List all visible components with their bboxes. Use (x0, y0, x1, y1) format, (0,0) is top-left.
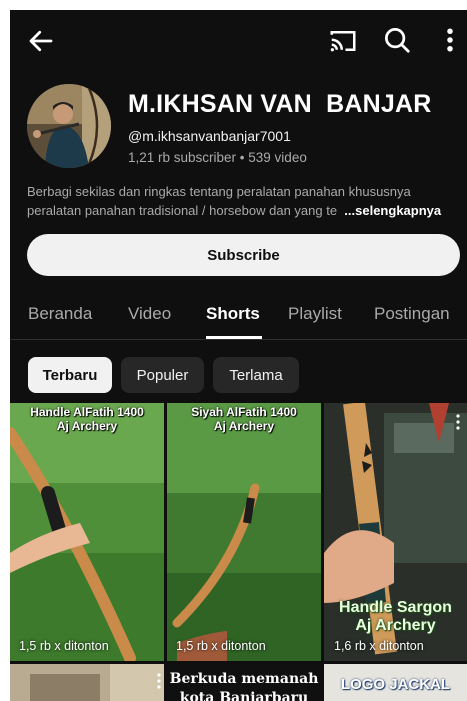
short-overlay: Handle Sargon Aj Archery (339, 599, 452, 634)
short-overlay-text: Berkuda memanah kota Banjarbaru (169, 671, 319, 701)
channel-handle: @m.ikhsanvanbanjar7001 (128, 128, 291, 144)
short-overlay-text: Handle AlFatih 1400 Aj Archery (10, 405, 164, 433)
arrow-left-icon[interactable] (26, 26, 56, 56)
channel-tabs: Beranda Video Shorts Playlist Postingan (10, 294, 467, 340)
more-vert-icon[interactable] (156, 672, 162, 690)
description-line-1: Berbagi sekilas dan ringkas tentang pera… (27, 184, 411, 199)
chip-terbaru[interactable]: Terbaru (28, 357, 112, 393)
short-overlay-text: Siyah AlFatih 1400 Aj Archery (167, 405, 321, 433)
cast-icon[interactable] (328, 26, 358, 56)
chip-terlama[interactable]: Terlama (213, 357, 299, 393)
short-card[interactable]: Siyah AlFatih 1400 Aj Archery 1,5 rb x d… (167, 403, 321, 661)
short-card[interactable]: Handle AlFatih 1400 Aj Archery 1,5 rb x … (10, 403, 164, 661)
short-card[interactable] (10, 664, 164, 701)
more-vert-icon[interactable] (455, 413, 461, 431)
short-thumbnail (10, 403, 164, 661)
short-card[interactable]: LOGO JACKAL (324, 664, 467, 701)
tab-video[interactable]: Video (128, 304, 171, 324)
short-overlay: Handle AlFatih 1400 Aj Archery (30, 405, 144, 433)
short-thumbnail (167, 403, 321, 661)
short-views: 1,5 rb x ditonton (19, 639, 109, 653)
search-icon[interactable] (382, 25, 412, 55)
channel-name: M.IKHSAN VAN BANJAR (128, 90, 432, 118)
tab-playlist[interactable]: Playlist (288, 304, 342, 324)
short-overlay-text: Handle Sargon Aj Archery (324, 599, 467, 635)
short-views: 1,5 rb x ditonton (176, 639, 266, 653)
short-card[interactable]: Handle Sargon Aj Archery 1,6 rb x ditont… (324, 403, 467, 661)
short-card[interactable]: Berkuda memanah kota Banjarbaru (167, 664, 321, 701)
channel-page: M.IKHSAN VAN BANJAR @m.ikhsanvanbanjar70… (10, 10, 467, 701)
tab-beranda[interactable]: Beranda (28, 304, 92, 324)
short-overlay-text: LOGO JACKAL (340, 676, 451, 693)
channel-stats: 1,21 rb subscriber • 539 video (128, 150, 307, 165)
show-more-link[interactable]: ...selengkapnya (344, 203, 441, 218)
description-line-2-text: peralatan panahan tradisional / horsebow… (27, 203, 338, 218)
channel-description[interactable]: Berbagi sekilas dan ringkas tentang pera… (27, 182, 457, 220)
chip-populer[interactable]: Populer (121, 357, 204, 393)
short-views: 1,6 rb x ditonton (334, 639, 424, 653)
description-line-2: peralatan panahan tradisional / horsebow… (27, 201, 457, 220)
top-bar (10, 10, 467, 70)
subscribe-button[interactable]: Subscribe (27, 234, 460, 276)
short-overlay: Siyah AlFatih 1400 Aj Archery (191, 405, 297, 433)
short-thumbnail (10, 664, 164, 701)
tab-postingan[interactable]: Postingan (374, 304, 450, 324)
channel-avatar[interactable] (27, 84, 111, 168)
tab-shorts[interactable]: Shorts (206, 304, 260, 324)
active-tab-indicator (206, 336, 262, 339)
more-vert-icon[interactable] (438, 25, 462, 55)
